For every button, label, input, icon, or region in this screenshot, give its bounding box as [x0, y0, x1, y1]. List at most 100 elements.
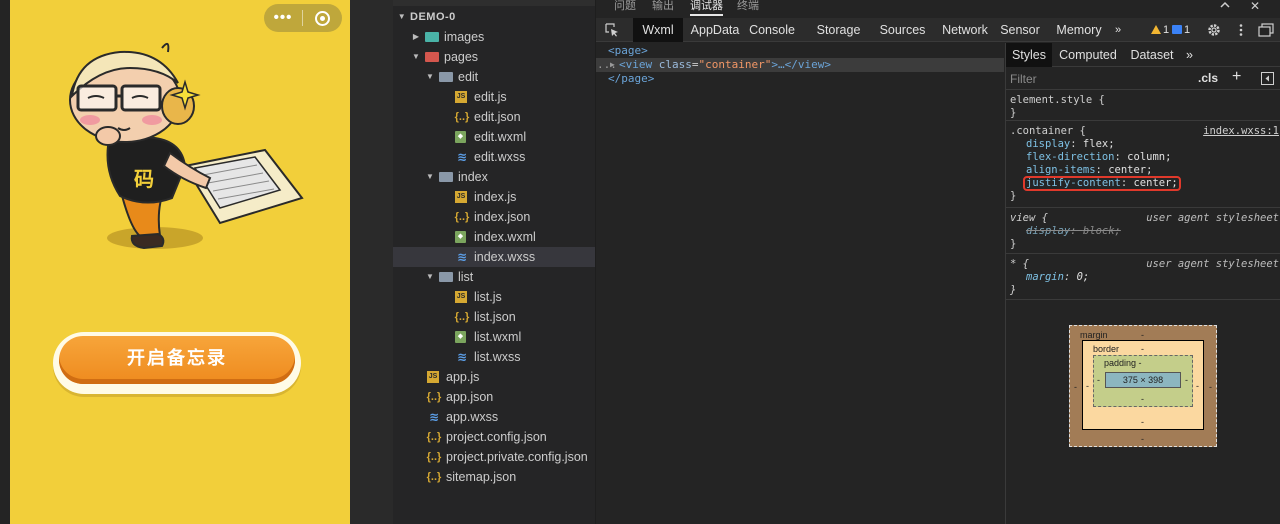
- padding-left-value[interactable]: -: [1097, 375, 1100, 385]
- devtools-tab-sensor[interactable]: Sensor: [998, 18, 1042, 42]
- devtools-tab-console[interactable]: Console: [748, 18, 796, 42]
- collapse-panel-icon[interactable]: [1219, 0, 1231, 12]
- rule-view-selector[interactable]: view {: [1010, 212, 1048, 225]
- styles-more-tabs-icon[interactable]: »: [1186, 43, 1193, 67]
- rule-container-selector[interactable]: .container {: [1010, 125, 1086, 138]
- tree-item-index-wxml[interactable]: ◆ index.wxml: [393, 227, 595, 247]
- tree-item-index-wxss[interactable]: ≋ index.wxss: [393, 247, 595, 267]
- tree-item-edit-wxml[interactable]: ◆ edit.wxml: [393, 127, 595, 147]
- tree-item-pages[interactable]: ▼ pages: [393, 47, 595, 67]
- page-close-tag: </page>: [608, 72, 655, 85]
- start-memo-button-label[interactable]: 开启备忘录: [59, 336, 295, 384]
- border-top-value[interactable]: -: [1141, 344, 1144, 354]
- devtools-tab-wxml[interactable]: Wxml: [633, 18, 683, 42]
- wxml-file-icon: ◆: [455, 131, 466, 143]
- start-memo-button[interactable]: 开启备忘录: [53, 332, 301, 394]
- chevron-right-icon[interactable]: ▶: [411, 27, 421, 47]
- node-page-open[interactable]: <page>: [596, 44, 1004, 58]
- box-model-border[interactable]: border - - - - padding - - - - 375 × 398: [1082, 340, 1204, 430]
- margin-right-value[interactable]: -: [1209, 382, 1212, 392]
- tree-item-edit-json[interactable]: {..} edit.json: [393, 107, 595, 127]
- more-tabs-icon[interactable]: »: [1115, 18, 1121, 42]
- tree-item-list-wxss[interactable]: ≋ list.wxss: [393, 347, 595, 367]
- border-left-value[interactable]: -: [1086, 381, 1089, 391]
- miniprogram-capsule[interactable]: •••: [264, 4, 342, 32]
- styles-tab-styles[interactable]: Styles: [1006, 43, 1052, 67]
- message-badge[interactable]: 1: [1172, 18, 1190, 42]
- tree-item-label: list.js: [474, 290, 502, 304]
- box-model-margin[interactable]: margin - - - - border - - - - padding - …: [1069, 325, 1217, 447]
- tree-item-list-wxml[interactable]: ◆ list.wxml: [393, 327, 595, 347]
- tree-item-app-js[interactable]: JS app.js: [393, 367, 595, 387]
- devtools-tab-storage[interactable]: Storage: [810, 18, 867, 42]
- panel-tab-2[interactable]: 调试器: [690, 0, 723, 16]
- rule-element-style-selector[interactable]: element.style {: [1010, 94, 1105, 107]
- json-file-icon: {..}: [454, 311, 470, 323]
- close-target-icon[interactable]: [303, 10, 341, 26]
- wxml-file-icon: ◆: [455, 331, 466, 343]
- margin-top-value[interactable]: -: [1141, 330, 1144, 340]
- devtools-tab-network[interactable]: Network: [935, 18, 995, 42]
- margin-left-value[interactable]: -: [1074, 382, 1077, 392]
- tree-item-list-json[interactable]: {..} list.json: [393, 307, 595, 327]
- tree-item-edit[interactable]: ▼ edit: [393, 67, 595, 87]
- tree-item-edit-wxss[interactable]: ≋ edit.wxss: [393, 147, 595, 167]
- node-page-close[interactable]: </page>: [596, 72, 1004, 86]
- more-options-icon[interactable]: [1234, 23, 1248, 37]
- more-menu-icon[interactable]: •••: [264, 4, 302, 32]
- js-file-icon: JS: [455, 291, 467, 303]
- tree-item-edit-js[interactable]: JS edit.js: [393, 87, 595, 107]
- devtools-tab-sources[interactable]: Sources: [872, 18, 933, 42]
- panel-tab-0[interactable]: 问题: [614, 0, 636, 16]
- panel-tab-3[interactable]: 终端: [737, 0, 759, 16]
- styles-tab-dataset[interactable]: Dataset: [1126, 43, 1178, 67]
- chevron-down-icon[interactable]: ▼: [425, 267, 435, 287]
- prop-display-overridden[interactable]: display: block;: [1026, 225, 1121, 238]
- settings-gear-icon[interactable]: [1207, 23, 1221, 37]
- close-panel-icon[interactable]: ✕: [1250, 0, 1260, 12]
- tree-root-demo[interactable]: ▼ DEMO-0: [393, 7, 595, 27]
- expand-arrow-icon[interactable]: ▶: [610, 58, 615, 72]
- node-view-container[interactable]: ... ▶ <view class="container">…</view>: [596, 58, 1004, 72]
- tree-item-app-json[interactable]: {..} app.json: [393, 387, 595, 407]
- prop-margin[interactable]: margin: 0;: [1026, 271, 1089, 284]
- chevron-down-icon[interactable]: ▼: [425, 167, 435, 187]
- tree-item-project-config-json[interactable]: {..} project.config.json: [393, 427, 595, 447]
- rule-container-source-link[interactable]: index.wxss:1: [1203, 125, 1279, 138]
- devtools-tab-memory[interactable]: Memory: [1052, 18, 1106, 42]
- add-rule-button[interactable]: +: [1232, 68, 1241, 86]
- tree-item-project-private-config-json[interactable]: {..} project.private.config.json: [393, 447, 595, 467]
- toggle-cls-button[interactable]: .cls: [1198, 71, 1218, 85]
- rule-view: view { user agent stylesheet display: bl…: [1006, 209, 1280, 254]
- tree-item-images[interactable]: ▶ images: [393, 27, 595, 47]
- warning-count: 1: [1163, 24, 1170, 36]
- tree-item-index-json[interactable]: {..} index.json: [393, 207, 595, 227]
- border-bottom-value[interactable]: -: [1141, 417, 1144, 427]
- chevron-down-icon[interactable]: ▼: [411, 47, 421, 67]
- tree-item-list[interactable]: ▼ list: [393, 267, 595, 287]
- padding-right-value[interactable]: -: [1185, 375, 1188, 385]
- dock-panel-icon[interactable]: [1258, 23, 1274, 37]
- styles-filter-input[interactable]: [1010, 70, 1190, 88]
- rule-universal-selector[interactable]: * {: [1010, 258, 1029, 271]
- prop-display[interactable]: display: flex;: [1026, 138, 1115, 151]
- toggle-sidebar-icon[interactable]: [1261, 72, 1274, 85]
- styles-tab-computed[interactable]: Computed: [1057, 43, 1119, 67]
- tree-item-index-js[interactable]: JS index.js: [393, 187, 595, 207]
- box-model-padding[interactable]: padding - - - - 375 × 398: [1093, 355, 1193, 407]
- prop-flex-direction[interactable]: flex-direction: column;: [1026, 151, 1171, 164]
- box-model-content-size[interactable]: 375 × 398: [1105, 372, 1181, 388]
- inspect-element-icon[interactable]: [605, 23, 619, 37]
- tree-item-list-js[interactable]: JS list.js: [393, 287, 595, 307]
- border-right-value[interactable]: -: [1196, 381, 1199, 391]
- warning-badge[interactable]: 1: [1151, 18, 1169, 42]
- tree-item-app-wxss[interactable]: ≋ app.wxss: [393, 407, 595, 427]
- devtools-tab-appdata[interactable]: AppData: [685, 18, 745, 42]
- view-class-value: "container": [698, 58, 772, 71]
- tree-item-sitemap-json[interactable]: {..} sitemap.json: [393, 467, 595, 487]
- margin-bottom-value[interactable]: -: [1141, 434, 1144, 444]
- tree-item-index[interactable]: ▼ index: [393, 167, 595, 187]
- panel-tab-1[interactable]: 输出: [652, 0, 674, 16]
- chevron-down-icon[interactable]: ▼: [425, 67, 435, 87]
- padding-bottom-value[interactable]: -: [1141, 394, 1144, 404]
